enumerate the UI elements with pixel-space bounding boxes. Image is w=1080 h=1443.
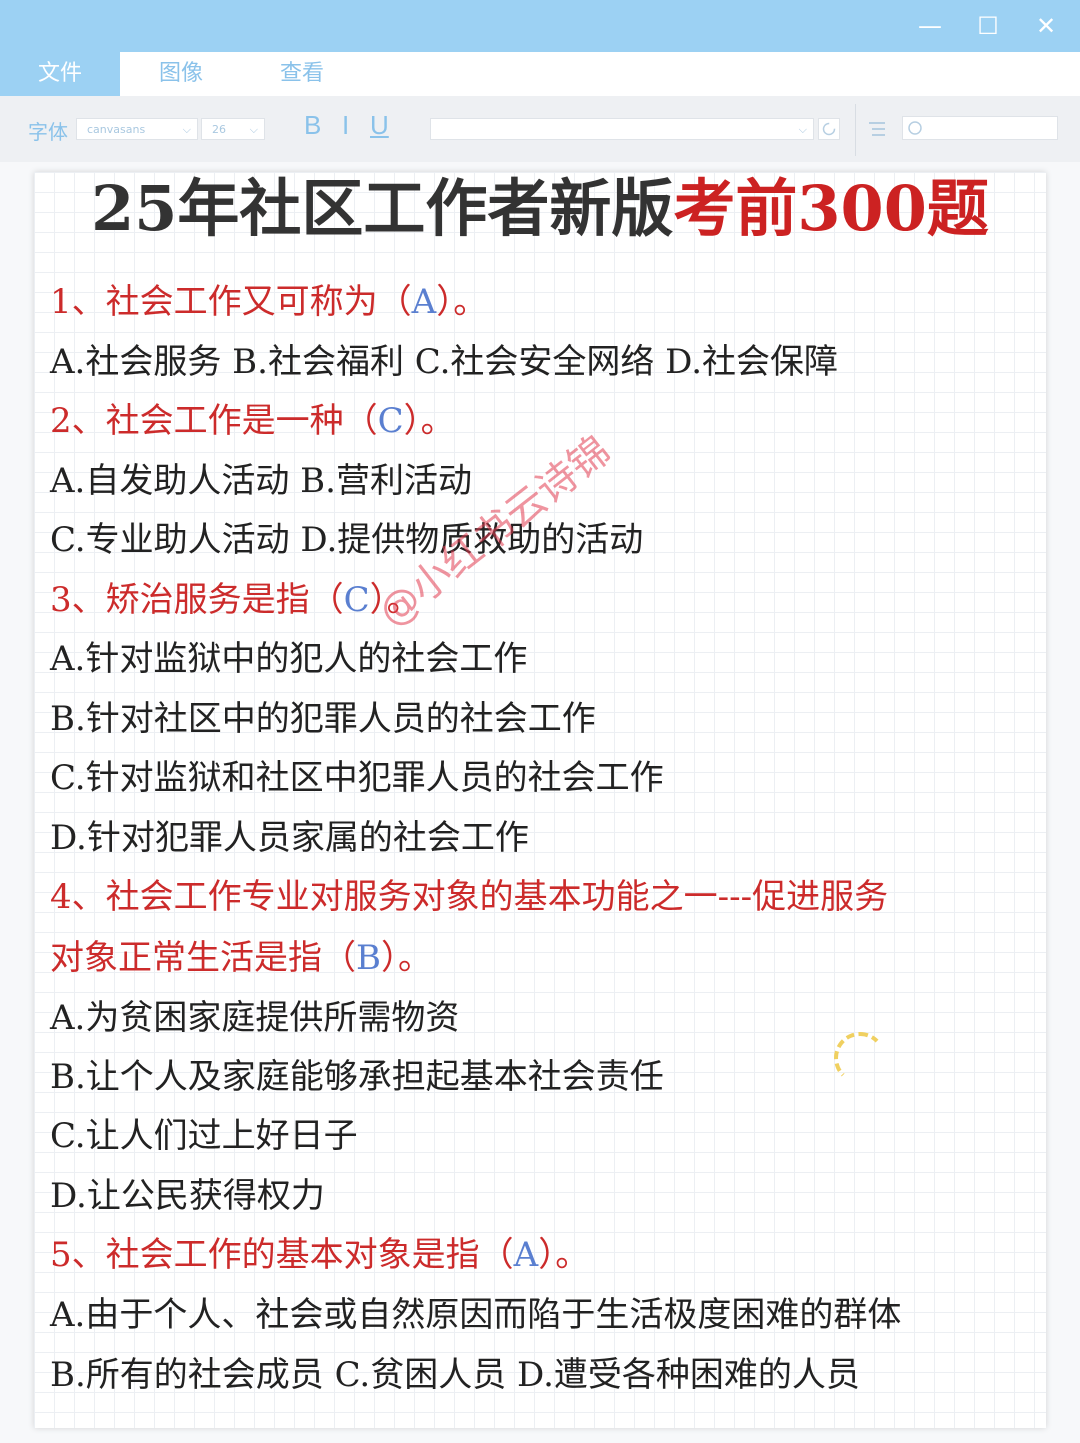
question-text: 2、社会工作是一种（ bbox=[50, 401, 378, 441]
answer-letter: C bbox=[377, 401, 404, 441]
font-family-value: canvasans bbox=[87, 123, 146, 136]
option-line: A.社会服务 B.社会福利 C.社会安全网络 D.社会保障 bbox=[50, 342, 839, 382]
option-line: D.针对犯罪人员家属的社会工作 bbox=[50, 818, 529, 858]
font-size-select[interactable]: 26 ⌵ bbox=[201, 118, 265, 140]
answer-letter: C bbox=[343, 580, 370, 620]
answer-letter: A bbox=[411, 282, 437, 322]
option-line: D.让公民获得权力 bbox=[50, 1176, 325, 1216]
question-suffix: ）。 bbox=[436, 282, 488, 322]
question-text: 3、矫治服务是指（ bbox=[50, 580, 344, 620]
document-page[interactable]: 25年社区工作者新版考前300题 1、社会工作又可称为（A）。 A.社会服务 B.… bbox=[34, 172, 1046, 1428]
chevron-down-icon: ⌵ bbox=[798, 123, 807, 136]
option-line: A.为贫困家庭提供所需物资 bbox=[50, 998, 460, 1038]
option-line: A.针对监狱中的犯人的社会工作 bbox=[50, 639, 528, 679]
refresh-icon[interactable] bbox=[818, 118, 840, 140]
question-text: 1、社会工作又可称为（ bbox=[50, 282, 412, 322]
question-line: 1、社会工作又可称为（A）。 bbox=[50, 279, 487, 325]
title-main: 25年社区工作者新版 bbox=[91, 172, 674, 245]
option-line: B.针对社区中的犯罪人员的社会工作 bbox=[50, 699, 596, 739]
toolbar-divider bbox=[855, 104, 856, 156]
option-line: C.专业助人活动 D.提供物质救助的活动 bbox=[50, 520, 644, 560]
search-input[interactable] bbox=[902, 116, 1058, 140]
underline-button[interactable]: U bbox=[370, 110, 389, 141]
option-line: B.所有的社会成员 C.贫困人员 D.遭受各种困难的人员 bbox=[50, 1355, 860, 1395]
question-line: 3、矫治服务是指（C）。 bbox=[50, 577, 421, 623]
close-button[interactable]: ✕ bbox=[1028, 10, 1064, 42]
option-line: A.自发助人活动 B.营利活动 bbox=[50, 461, 472, 501]
maximize-button[interactable]: ☐ bbox=[970, 10, 1006, 42]
question-suffix: ）。 bbox=[403, 401, 455, 441]
list-icon[interactable] bbox=[866, 118, 888, 140]
option-line: C.针对监狱和社区中犯罪人员的社会工作 bbox=[50, 758, 664, 798]
tab-file[interactable]: 文件 bbox=[0, 52, 120, 96]
font-size-value: 26 bbox=[212, 123, 226, 136]
bold-button[interactable]: B bbox=[304, 110, 321, 141]
search-icon bbox=[908, 121, 922, 135]
toolbar: 字体 canvasans ⌵ 26 ⌵ B I U ⌵ bbox=[0, 96, 1080, 162]
chevron-down-icon: ⌵ bbox=[249, 123, 258, 136]
title-highlight: 考前300题 bbox=[673, 172, 989, 245]
option-line: B.让个人及家庭能够承担起基本社会责任 bbox=[50, 1057, 664, 1097]
answer-letter: A bbox=[513, 1235, 539, 1275]
question-text: 5、社会工作的基本对象是指（ bbox=[50, 1235, 514, 1275]
question-text: 4、社会工作专业对服务对象的基本功能之一---促进服务 bbox=[50, 877, 889, 917]
title-bar: — ☐ ✕ bbox=[0, 0, 1080, 52]
question-line: 对象正常生活是指（B）。 bbox=[50, 935, 432, 981]
question-suffix: ）。 bbox=[538, 1235, 590, 1275]
menu-bar: 文件 图像 查看 bbox=[0, 52, 1080, 96]
option-line: C.让人们过上好日子 bbox=[50, 1116, 358, 1156]
minimize-button[interactable]: — bbox=[912, 10, 948, 42]
loading-spinner-icon bbox=[834, 1032, 886, 1084]
question-line: 4、社会工作专业对服务对象的基本功能之一---促进服务 bbox=[50, 874, 888, 920]
option-line: A.由于个人、社会或自然原因而陷于生活极度困难的群体 bbox=[50, 1295, 902, 1335]
tab-image[interactable]: 图像 bbox=[121, 52, 241, 96]
question-suffix: ）。 bbox=[381, 938, 432, 978]
question-line: 2、社会工作是一种（C）。 bbox=[50, 398, 455, 444]
question-line: 5、社会工作的基本对象是指（A）。 bbox=[50, 1232, 589, 1278]
style-select[interactable]: ⌵ bbox=[430, 118, 814, 140]
chevron-down-icon: ⌵ bbox=[182, 123, 191, 136]
font-family-select[interactable]: canvasans ⌵ bbox=[76, 118, 198, 140]
italic-button[interactable]: I bbox=[342, 110, 349, 141]
document-title: 25年社区工作者新版考前300题 bbox=[34, 174, 1046, 244]
tab-view[interactable]: 查看 bbox=[242, 52, 362, 96]
question-text: 对象正常生活是指（ bbox=[50, 938, 356, 978]
answer-letter: B bbox=[356, 938, 381, 978]
font-label: 字体 bbox=[28, 120, 68, 144]
